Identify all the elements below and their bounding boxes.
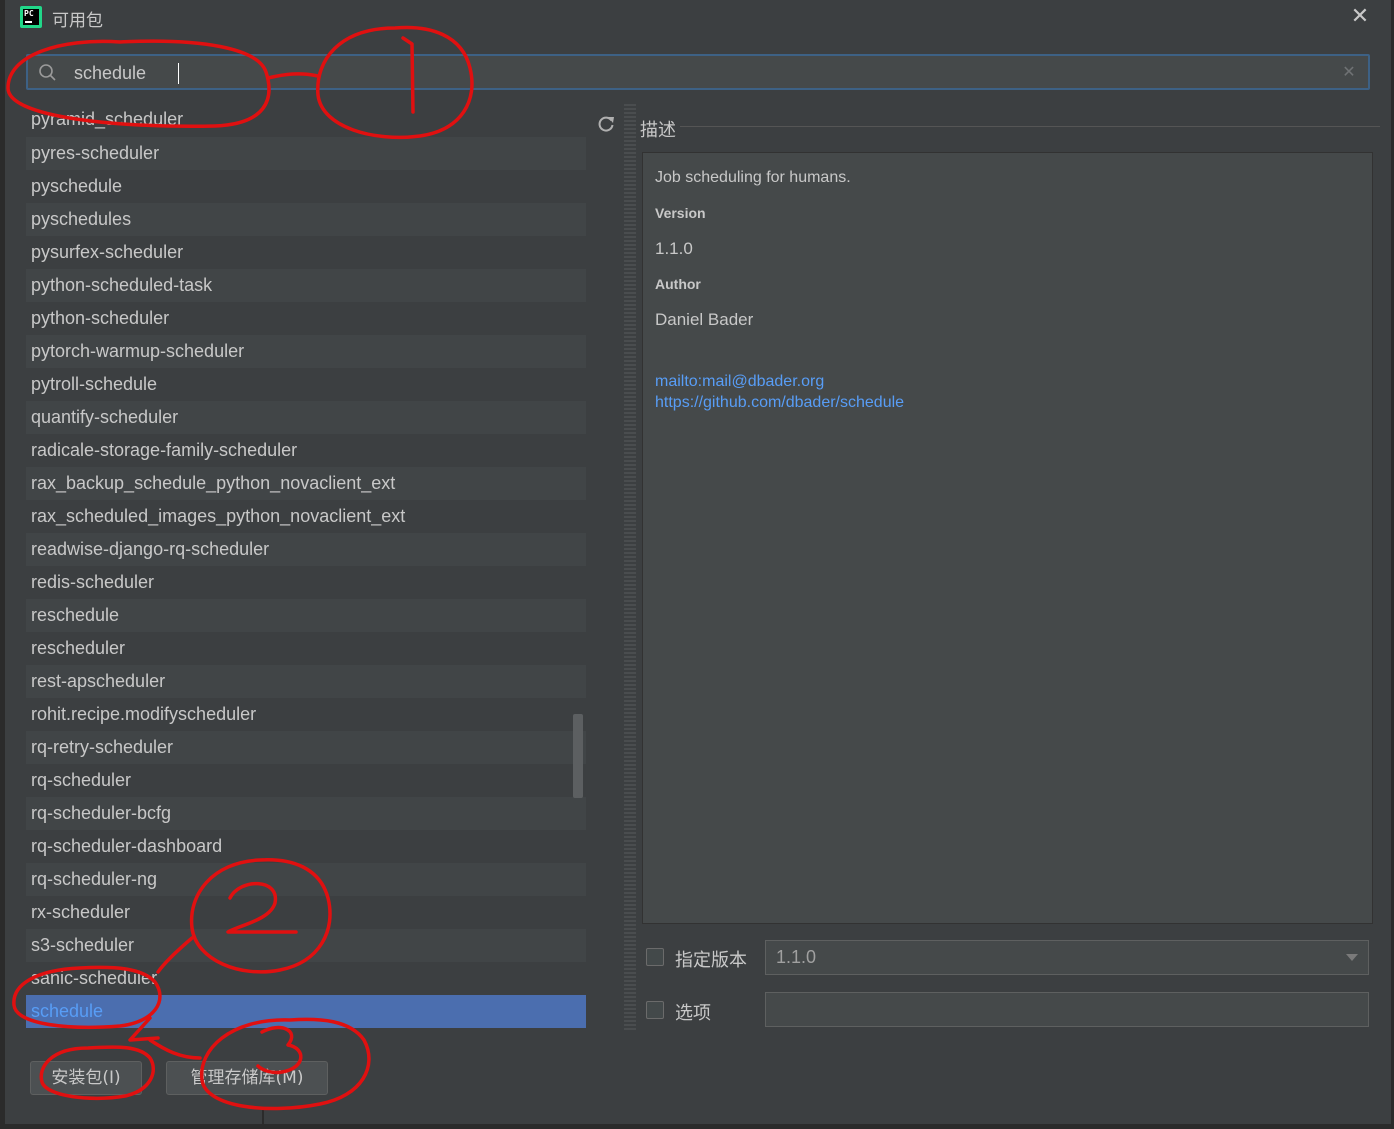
window-edge xyxy=(0,0,5,1129)
version-dropdown-value: 1.1.0 xyxy=(776,947,817,967)
package-list-item[interactable]: python-scheduled-task xyxy=(26,269,586,302)
options-input[interactable] xyxy=(765,992,1369,1027)
package-list[interactable]: pyramid_scheduler pyres-scheduler pyschedu… xyxy=(26,104,586,1030)
email-link[interactable]: mailto:mail@dbader.org xyxy=(655,373,824,391)
refresh-icon[interactable] xyxy=(596,114,616,134)
specify-version-label: 指定版本 xyxy=(675,950,747,971)
package-list-item[interactable]: sanic-scheduler xyxy=(26,962,586,995)
package-list-item[interactable]: quantify-scheduler xyxy=(26,401,586,434)
annotation-connector-3 xyxy=(148,1038,202,1060)
package-list-item[interactable]: rq-scheduler-ng xyxy=(26,863,586,896)
package-list-item[interactable]: rest-apscheduler xyxy=(26,665,586,698)
package-list-item[interactable]: pyramid_scheduler xyxy=(26,104,586,137)
package-list-item[interactable]: rq-scheduler-bcfg xyxy=(26,797,586,830)
package-list-item[interactable]: rohit.recipe.modifyscheduler xyxy=(26,698,586,731)
window-title: 可用包 xyxy=(52,11,103,31)
package-list-item[interactable]: pyschedules xyxy=(26,203,586,236)
github-link[interactable]: https://github.com/dbader/schedule xyxy=(655,394,904,412)
package-search-field[interactable]: ✕ xyxy=(26,54,1370,90)
clear-search-icon[interactable]: ✕ xyxy=(1340,63,1358,81)
author-heading: Author xyxy=(655,276,701,292)
description-panel: Job scheduling for humans. Version 1.1.0… xyxy=(642,152,1373,924)
description-separator xyxy=(680,126,1380,127)
package-list-item[interactable]: readwise-django-rq-scheduler xyxy=(26,533,586,566)
specify-version-checkbox[interactable] xyxy=(646,948,664,966)
pycharm-logo-icon: PC xyxy=(20,6,42,28)
package-list-item[interactable]: rax_scheduled_images_python_novaclient_e… xyxy=(26,500,586,533)
package-list-item[interactable]: radicale-storage-family-scheduler xyxy=(26,434,586,467)
search-input[interactable] xyxy=(74,60,1314,86)
search-icon[interactable] xyxy=(38,63,58,83)
list-scrollbar[interactable] xyxy=(573,714,583,798)
package-list-item[interactable]: pytroll-schedule xyxy=(26,368,586,401)
manage-repositories-button[interactable]: 管理存储库(M) xyxy=(166,1061,328,1095)
package-list-item[interactable]: pyschedule xyxy=(26,170,586,203)
install-package-button[interactable]: 安装包(I) xyxy=(30,1061,142,1095)
package-list-item[interactable]: rq-scheduler-dashboard xyxy=(26,830,586,863)
package-list-item[interactable]: redis-scheduler xyxy=(26,566,586,599)
package-list-item[interactable]: rescheduler xyxy=(26,632,586,665)
description-label: 描述 xyxy=(640,120,676,141)
version-value: 1.1.0 xyxy=(655,239,693,258)
divider xyxy=(262,1110,264,1124)
package-list-item[interactable]: rx-scheduler xyxy=(26,896,586,929)
package-list-item[interactable]: rax_backup_schedule_python_novaclient_ex… xyxy=(26,467,586,500)
package-summary: Job scheduling for humans. xyxy=(655,169,851,186)
close-icon[interactable]: ✕ xyxy=(1347,4,1373,30)
text-cursor xyxy=(178,63,179,84)
window-edge xyxy=(0,1124,1394,1129)
panel-splitter[interactable] xyxy=(624,104,636,1030)
options-label: 选项 xyxy=(675,1003,711,1024)
package-list-item[interactable]: schedule xyxy=(26,995,586,1028)
available-packages-dialog: PC 可用包 ✕ ✕ pyramid_schedulerpyres-schedu… xyxy=(0,0,1394,1129)
chevron-down-icon xyxy=(1346,954,1358,961)
version-dropdown[interactable]: 1.1.0 xyxy=(765,940,1369,975)
package-list-item[interactable]: rq-scheduler xyxy=(26,764,586,797)
package-list-item[interactable]: s3-scheduler xyxy=(26,929,586,962)
package-list-item[interactable]: pytorch-warmup-scheduler xyxy=(26,335,586,368)
package-list-item[interactable]: rq-retry-scheduler xyxy=(26,731,586,764)
package-list-item[interactable]: pyres-scheduler xyxy=(26,137,586,170)
author-value: Daniel Bader xyxy=(655,310,754,329)
version-heading: Version xyxy=(655,205,706,221)
package-list-item[interactable]: python-scheduler xyxy=(26,302,586,335)
title-bar: PC 可用包 ✕ xyxy=(5,0,1391,36)
package-list-item[interactable]: pysurfex-scheduler xyxy=(26,236,586,269)
options-checkbox[interactable] xyxy=(646,1001,664,1019)
package-list-item[interactable]: reschedule xyxy=(26,599,586,632)
